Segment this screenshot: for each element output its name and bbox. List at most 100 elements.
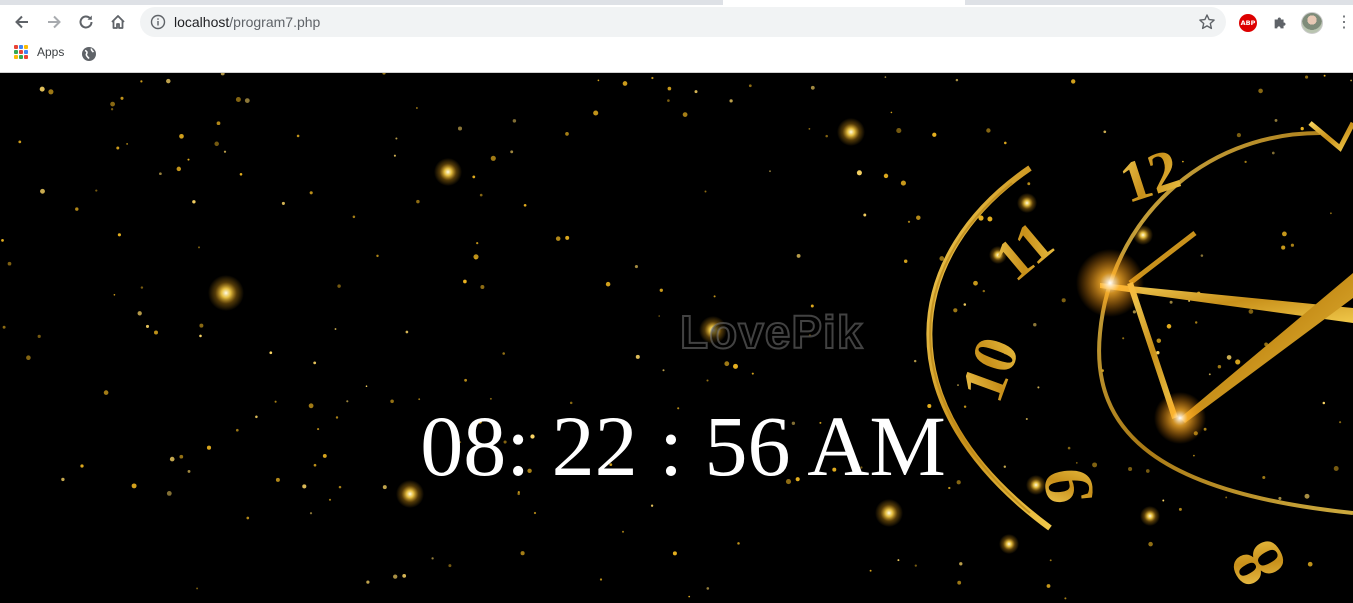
star-particle [897,559,900,562]
back-button[interactable] [8,8,36,36]
forward-button[interactable] [40,8,68,36]
profile-avatar [1301,12,1323,34]
star-particle [869,569,872,572]
star-particle [810,85,815,90]
star-particle [955,78,959,82]
profile-button[interactable] [1301,12,1323,34]
bookmark-star-icon[interactable] [1198,13,1216,31]
star-particle [473,254,479,260]
clock-numeral-12: 12 [1112,136,1187,216]
star-particle [662,369,665,372]
star-particle [376,254,379,258]
glow-particle [1140,506,1160,526]
star-particle [597,79,600,82]
address-bar[interactable]: localhost/program7.php [140,7,1226,37]
bookmark-apps-label: Apps [37,45,65,59]
star-particle [110,101,115,107]
star-particle [913,359,917,363]
star-particle [154,330,158,335]
star-particle [103,390,109,395]
star-particle [706,379,709,382]
star-particle [196,587,199,590]
star-particle [751,372,754,375]
star-particle [963,303,967,306]
star-particle [220,73,225,76]
star-particle [1323,74,1326,77]
star-particle [1300,126,1304,131]
back-icon [15,15,28,29]
star-particle [890,111,893,114]
star-particle [431,557,434,560]
star-particle [476,242,479,245]
star-particle [1244,160,1247,164]
globe-icon[interactable] [81,46,97,62]
star-particle [1049,559,1052,562]
star-particle [416,107,418,109]
star-particle [523,203,527,207]
star-particle [748,84,752,88]
star-particle [116,146,120,150]
star-particle [1274,118,1278,122]
star-particle [192,200,196,204]
star-particle [457,126,463,131]
extensions-button[interactable] [1269,12,1291,34]
star-particle [729,99,733,103]
star-particle [239,173,243,176]
star-particle [667,86,672,91]
star-particle [986,128,991,133]
page-content: 12 11 10 9 8 LovePik 08: 22 : 56 AM [0,73,1353,603]
menu-dots-icon: ⋮ [1336,14,1352,31]
star-particle [1064,597,1067,600]
star-particle [145,324,150,328]
star-particle [1226,355,1232,360]
star-particle [18,140,22,144]
star-particle [883,173,889,179]
star-particle [957,580,962,585]
star-particle [667,99,670,102]
star-particle [1278,496,1282,500]
star-particle [914,564,917,567]
star-particle [1217,364,1222,369]
star-particle [405,330,409,334]
star-particle [1182,160,1184,163]
star-particle [769,170,771,173]
star-particle [269,351,273,355]
extensions-puzzle-icon [1274,17,1286,29]
star-particle [672,551,677,556]
star-particle [502,352,505,355]
star-particle [463,279,467,284]
star-particle [223,150,227,153]
browser-chrome: localhost/program7.php ABP ⋮ Apps [0,0,1353,73]
star-particle [1132,310,1136,314]
star-particle [26,355,31,361]
star-particle [281,201,285,205]
adblock-extension[interactable]: ABP [1237,12,1259,34]
home-button[interactable] [104,8,132,36]
bookmarks-bar: Apps [0,41,1353,67]
star-particle [137,311,142,316]
star-particle [1169,300,1173,304]
apps-grid-icon [14,45,28,59]
star-particle [235,97,241,102]
star-particle [7,261,12,266]
adblock-icon: ABP [1239,14,1257,32]
star-particle [973,280,978,286]
star-particle [1200,254,1204,257]
star-particle [896,128,902,134]
site-info-icon[interactable] [150,14,166,30]
star-particle [704,190,707,193]
star-particle [982,289,986,293]
star-particle [593,110,599,116]
bookmark-apps[interactable]: Apps [14,45,64,59]
star-particle [651,76,654,80]
star-particle [605,281,611,287]
browser-menu-button[interactable]: ⋮ [1333,12,1353,34]
star-particle [1162,499,1165,502]
star-particle [1166,324,1172,329]
clock-numeral-10: 10 [948,329,1033,411]
star-particle [635,354,640,359]
reload-button[interactable] [72,8,100,36]
star-particle [1236,133,1241,138]
star-particle [198,246,200,249]
star-particle [694,90,698,94]
